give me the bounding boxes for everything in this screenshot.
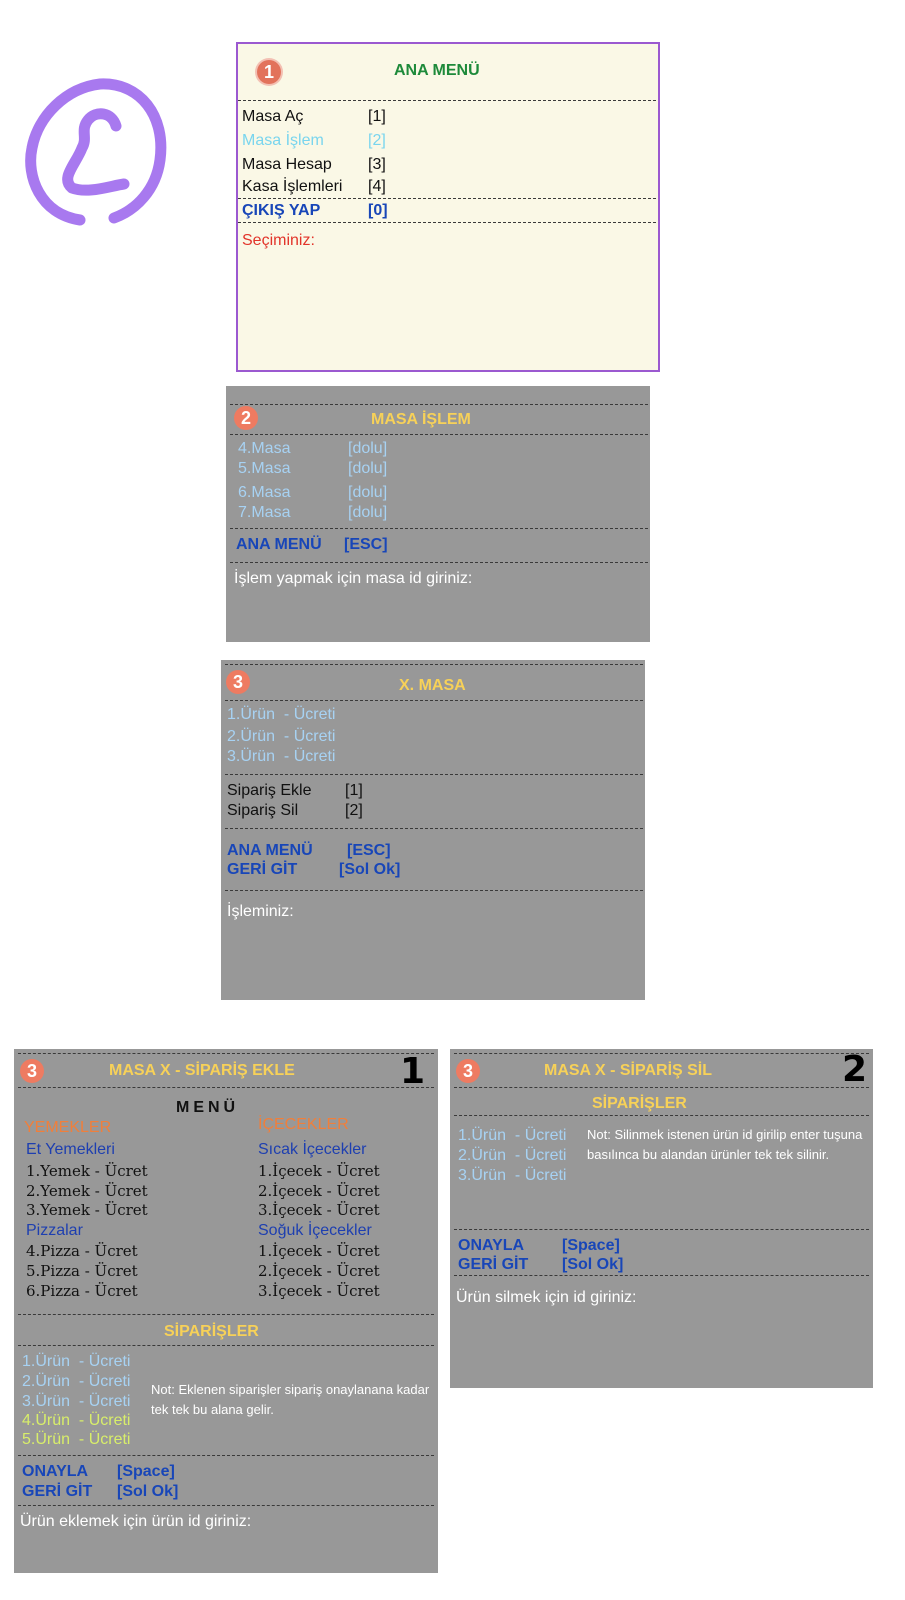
selection-prompt[interactable]: Seçiminiz: xyxy=(242,232,315,250)
delete-order-option[interactable]: Sipariş Sil xyxy=(227,802,298,820)
menu-item[interactable]: 2.İçecek - Ücret xyxy=(258,1182,380,1200)
menu-item[interactable]: 1.İçecek - Ücret xyxy=(258,1162,380,1180)
order-item: 2.Ürün - Ücreti xyxy=(227,728,336,745)
confirm-key: [Space] xyxy=(562,1237,620,1254)
order-item: 1.Ürün - Ücreti xyxy=(227,706,336,723)
panel-title: MASA X - SİPARİŞ EKLE xyxy=(109,1062,295,1079)
food-heading: YEMEKLER xyxy=(24,1119,112,1136)
orders-heading: SİPARİŞLER xyxy=(592,1095,687,1112)
menu-item[interactable]: 4.Pizza - Ücret xyxy=(26,1242,138,1260)
food-category: Et Yemekleri xyxy=(26,1141,115,1158)
go-back-button[interactable]: GERİ GİT xyxy=(458,1256,528,1274)
confirm-key: [Space] xyxy=(117,1463,175,1480)
table-item[interactable]: 7.Masa xyxy=(238,504,290,522)
menu-item[interactable]: 5.Pizza - Ücret xyxy=(26,1262,138,1280)
menu-key: [1] xyxy=(368,108,386,125)
confirm-button[interactable]: ONAYLA xyxy=(458,1237,524,1255)
order-item: 2.Ürün - Ücreti xyxy=(22,1373,131,1390)
main-menu-panel: 1 ANA MENÜ Masa Aç [1] Masa İşlem [2] Ma… xyxy=(236,42,660,372)
exit-key: [0] xyxy=(368,202,388,219)
decorative-number-two-icon xyxy=(25,78,167,226)
go-back-key: [Sol Ok] xyxy=(339,861,401,878)
menu-key: [4] xyxy=(368,178,386,195)
note-text: Not: Eklenen siparişler sipariş onaylana… xyxy=(151,1382,430,1417)
menu-item-masa-ac[interactable]: Masa Aç xyxy=(242,108,303,126)
panel-title: ANA MENÜ xyxy=(394,62,480,79)
option-key: [2] xyxy=(345,802,363,819)
product-id-prompt[interactable]: Ürün eklemek için ürün id giriniz: xyxy=(20,1513,251,1531)
step-badge: 1 xyxy=(257,60,281,84)
table-item[interactable]: 6.Masa xyxy=(238,484,290,502)
option-key: [1] xyxy=(345,782,363,799)
main-menu-key: [ESC] xyxy=(347,842,391,859)
go-back-button[interactable]: GERİ GİT xyxy=(227,861,297,879)
panel-title: MASA İŞLEM xyxy=(371,411,471,428)
menu-item-masa-islem[interactable]: Masa İşlem xyxy=(242,132,324,150)
delete-order-panel: 3 MASA X - SİPARİŞ SİL 2 SİPARİŞLER 1.Ür… xyxy=(450,1049,873,1287)
menu-item-masa-hesap[interactable]: Masa Hesap xyxy=(242,156,332,174)
add-order-option[interactable]: Sipariş Ekle xyxy=(227,782,311,800)
order-item: 1.Ürün - Ücreti xyxy=(22,1353,131,1370)
menu-key: [3] xyxy=(368,156,386,173)
note-text: Not: Silinmek istenen ürün id girilip en… xyxy=(587,1127,863,1162)
order-item[interactable]: 1.Ürün - Ücreti xyxy=(458,1127,566,1145)
menu-item[interactable]: 3.İçecek - Ücret xyxy=(258,1282,380,1300)
table-status: [dolu] xyxy=(348,440,388,457)
drinks-heading: İÇECEKLER xyxy=(258,1116,349,1133)
variant-number: 2 xyxy=(842,1049,868,1090)
order-item-pending: 5.Ürün - Ücreti xyxy=(22,1431,131,1448)
menu-item[interactable]: 6.Pizza - Ücret xyxy=(26,1282,138,1300)
table-item[interactable]: 5.Masa xyxy=(238,460,290,478)
drinks-category: Sıcak İçecekler xyxy=(258,1141,367,1158)
menu-item[interactable]: 2.İçecek - Ücret xyxy=(258,1262,380,1280)
drinks-category: Soğuk İçecekler xyxy=(258,1222,372,1239)
table-status: [dolu] xyxy=(348,504,388,521)
food-category: Pizzalar xyxy=(26,1222,83,1239)
table-item[interactable]: 4.Masa xyxy=(238,440,290,458)
order-item: 3.Ürün - Ücreti xyxy=(227,748,336,765)
go-back-button[interactable]: GERİ GİT xyxy=(22,1483,92,1501)
order-item[interactable]: 2.Ürün - Ücreti xyxy=(458,1147,566,1165)
variant-number: 1 xyxy=(400,1051,426,1092)
panel-title: X. MASA xyxy=(399,677,466,694)
exit-button[interactable]: ÇIKIŞ YAP xyxy=(242,202,320,220)
confirm-button[interactable]: ONAYLA xyxy=(22,1463,88,1481)
go-back-key: [Sol Ok] xyxy=(562,1256,624,1273)
order-item[interactable]: 3.Ürün - Ücreti xyxy=(458,1167,566,1185)
table-id-prompt[interactable]: İşlem yapmak için masa id giriniz: xyxy=(234,570,472,588)
step-badge: 3 xyxy=(456,1059,480,1083)
action-prompt[interactable]: İşleminiz: xyxy=(227,903,294,921)
main-menu-button[interactable]: ANA MENÜ xyxy=(227,842,313,860)
orders-heading: SİPARİŞLER xyxy=(164,1323,259,1340)
table-detail-panel: 3 X. MASA 1.Ürün - Ücreti 2.Ürün - Ücret… xyxy=(221,660,645,1000)
order-item: 3.Ürün - Ücreti xyxy=(22,1393,131,1410)
menu-key: [2] xyxy=(368,132,386,149)
step-badge: 3 xyxy=(226,670,250,694)
table-status: [dolu] xyxy=(348,484,388,501)
menu-item[interactable]: 1.İçecek - Ücret xyxy=(258,1242,380,1260)
panel-title: MASA X - SİPARİŞ SİL xyxy=(544,1062,713,1079)
menu-item[interactable]: 2.Yemek - Ücret xyxy=(26,1182,148,1200)
main-menu-button[interactable]: ANA MENÜ xyxy=(236,536,322,554)
table-operations-panel: 2 MASA İŞLEM 4.Masa [dolu] 5.Masa [dolu]… xyxy=(226,386,650,642)
step-badge: 3 xyxy=(20,1059,44,1083)
menu-item-kasa-islemleri[interactable]: Kasa İşlemleri xyxy=(242,178,342,196)
menu-item[interactable]: 1.Yemek - Ücret xyxy=(26,1162,148,1180)
go-back-key: [Sol Ok] xyxy=(117,1483,179,1500)
delete-order-panel-lower: Ürün silmek için id giriniz: xyxy=(450,1287,873,1388)
order-item-pending: 4.Ürün - Ücreti xyxy=(22,1412,131,1429)
step-badge: 2 xyxy=(234,406,258,430)
menu-item[interactable]: 3.İçecek - Ücret xyxy=(258,1201,380,1219)
add-order-panel: 3 MASA X - SİPARİŞ EKLE 1 MENÜ YEMEKLER … xyxy=(14,1049,438,1573)
table-status: [dolu] xyxy=(348,460,388,477)
main-menu-key: [ESC] xyxy=(344,536,388,553)
menu-heading: MENÜ xyxy=(176,1099,240,1116)
menu-item[interactable]: 3.Yemek - Ücret xyxy=(26,1201,148,1219)
product-id-delete-prompt[interactable]: Ürün silmek için id giriniz: xyxy=(456,1289,637,1307)
